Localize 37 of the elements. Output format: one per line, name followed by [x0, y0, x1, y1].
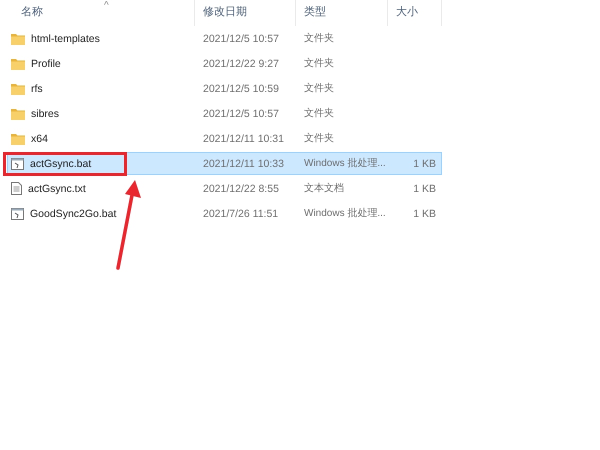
file-name[interactable]: sibres: [31, 108, 60, 120]
column-header[interactable]: 类型: [296, 0, 388, 26]
file-name[interactable]: x64: [31, 132, 48, 144]
modified-date: 2021/12/5 10:57: [202, 106, 280, 120]
file-type: 文件夹: [303, 132, 335, 146]
file-name[interactable]: Profile: [31, 58, 61, 70]
folder-icon: [11, 32, 25, 44]
file-name[interactable]: GoodSync2Go.bat: [30, 208, 116, 220]
modified-date: 2021/12/5 10:57: [202, 32, 280, 46]
file-name[interactable]: rfs: [31, 82, 43, 94]
file-name[interactable]: actGsync.bat: [30, 158, 92, 170]
folder-icon: [11, 58, 25, 70]
file-size: 1 KB: [412, 206, 437, 220]
file-type: Windows 批处理...: [303, 156, 387, 170]
modified-date: 2021/12/22 8:55: [202, 182, 280, 196]
file-type: 文件夹: [303, 32, 335, 46]
modified-date: 2021/12/5 10:59: [202, 82, 280, 96]
file-type: Windows 批处理...: [303, 206, 387, 220]
file-type: 文件夹: [303, 82, 335, 96]
file-type: 文件夹: [303, 56, 335, 70]
folder-icon: [11, 82, 25, 94]
file-name[interactable]: actGsync.txt: [28, 182, 86, 194]
modified-date: 2021/7/26 11:51: [202, 206, 280, 220]
file-size: 1 KB: [412, 156, 437, 170]
folder-icon: [11, 132, 25, 144]
column-header[interactable]: 修改日期: [195, 0, 296, 26]
file-size: 1 KB: [412, 182, 437, 196]
sort-caret-icon[interactable]: ^: [104, 0, 109, 11]
file-type: 文件夹: [303, 106, 335, 120]
file-name[interactable]: html-templates: [31, 32, 100, 44]
file-type: 文本文档: [303, 182, 345, 196]
modified-date: 2021/12/22 9:27: [202, 56, 280, 70]
column-header[interactable]: 大小: [388, 0, 442, 26]
modified-date: 2021/12/11 10:31: [202, 132, 285, 146]
text-file-icon: [11, 182, 22, 195]
folder-icon: [11, 108, 25, 120]
modified-date: 2021/12/11 10:33: [202, 156, 285, 170]
